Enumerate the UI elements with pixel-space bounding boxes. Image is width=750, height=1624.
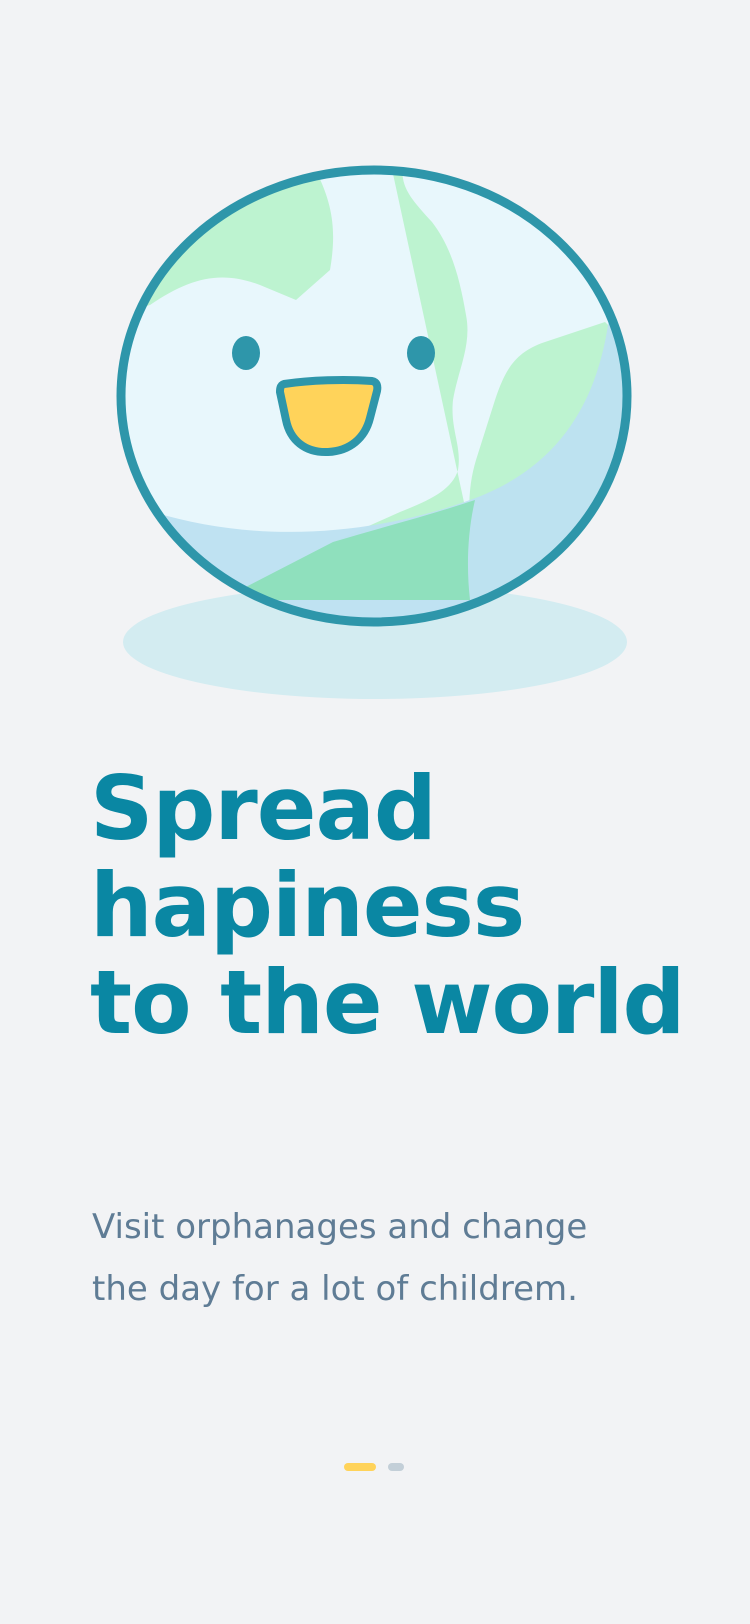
right-eye [407,336,435,370]
title-line-2: hapiness [90,854,525,957]
left-eye [232,336,260,370]
globe-illustration [116,165,632,699]
pager-dot[interactable] [388,1463,404,1471]
title-line-3: to the world [90,951,686,1054]
title-line-1: Spread [90,757,437,860]
subtitle-line-2: the day for a lot of childrem. [92,1269,578,1309]
subtitle-line-1: Visit orphanages and change [92,1207,588,1247]
page-indicator [344,1463,404,1471]
smiling-globe-icon [116,165,632,627]
pager-dot-active[interactable] [344,1463,376,1471]
onboarding-subtitle: Visit orphanages and change the day for … [92,1196,692,1320]
onboarding-title: Spread hapiness to the world [90,760,730,1051]
